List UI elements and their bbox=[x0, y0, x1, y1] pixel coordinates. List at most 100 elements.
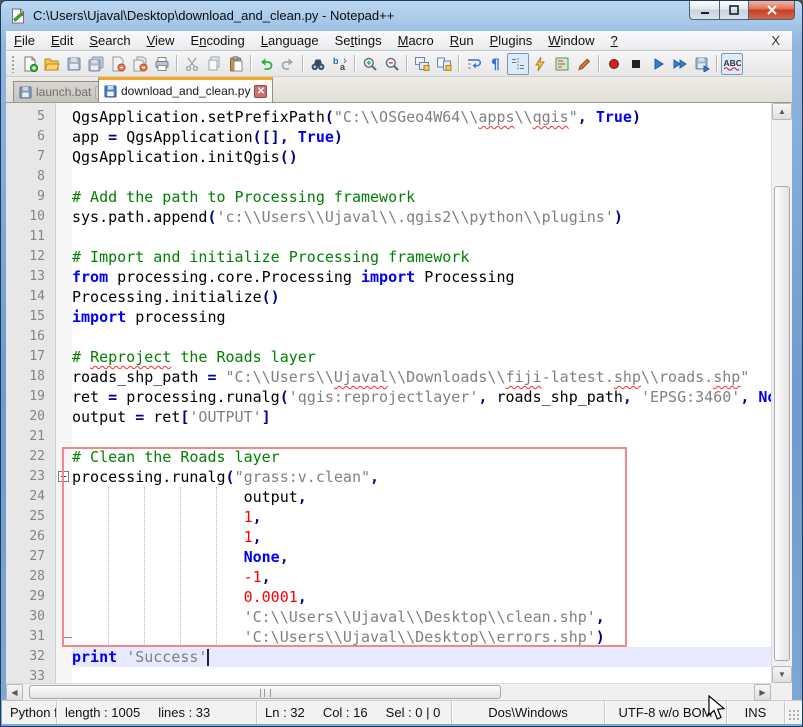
code-line-25[interactable]: 1, bbox=[72, 507, 771, 527]
indent-guide-button[interactable] bbox=[507, 52, 529, 75]
line-number: 24 bbox=[29, 489, 45, 504]
code-line-26[interactable]: 1, bbox=[72, 527, 771, 547]
word-wrap-button[interactable] bbox=[463, 53, 485, 75]
code-line-19[interactable]: ret = processing.runalg('qgis:reprojectl… bbox=[72, 387, 771, 407]
code-line-14[interactable]: Processing.initialize() bbox=[72, 287, 771, 307]
code-line-21[interactable] bbox=[72, 427, 771, 447]
line-number: 8 bbox=[37, 169, 45, 184]
macro-record-icon bbox=[609, 58, 619, 69]
sync-horizontal-button[interactable] bbox=[433, 53, 455, 75]
close-document-x[interactable]: X bbox=[767, 33, 784, 48]
open-file-button[interactable] bbox=[41, 53, 63, 75]
line-number: 27 bbox=[29, 549, 45, 564]
line-number: 18 bbox=[29, 369, 45, 384]
menu-item-window[interactable]: Window bbox=[540, 31, 602, 50]
menu-item-macro[interactable]: Macro bbox=[390, 31, 442, 50]
scroll-down-arrow[interactable]: ▼ bbox=[772, 666, 792, 683]
code-line-23[interactable]: processing.runalg("grass:v.clean", bbox=[72, 467, 771, 487]
code-line-30[interactable]: 'C:\\Users\\Ujaval\\Desktop\\clean.shp', bbox=[72, 607, 771, 627]
code-line-16[interactable] bbox=[72, 327, 771, 347]
line-number: 11 bbox=[29, 229, 45, 244]
new-file-button[interactable] bbox=[19, 53, 41, 75]
redo-button[interactable] bbox=[277, 53, 299, 75]
code-line-20[interactable]: output = ret['OUTPUT'] bbox=[72, 407, 771, 427]
close-doc-button[interactable] bbox=[107, 53, 129, 75]
undo-button[interactable] bbox=[255, 53, 277, 75]
code-line-10[interactable]: sys.path.append('c:\\Users\\Ujaval\\.qgi… bbox=[72, 207, 771, 227]
macro-save-button[interactable] bbox=[691, 53, 713, 75]
indent-guide-icon bbox=[512, 57, 524, 70]
macro-record-button[interactable] bbox=[603, 53, 625, 75]
tab-close-icon[interactable]: ✕ bbox=[254, 84, 268, 98]
toolbar-separator bbox=[354, 55, 356, 72]
status-cursor-position: Ln : 32 Col : 16 Sel : 0 | 0 bbox=[257, 701, 452, 724]
minimize-button[interactable] bbox=[689, 1, 719, 20]
code-line-17[interactable]: # Reproject the Roads layer bbox=[72, 347, 771, 367]
toolbar-grip[interactable] bbox=[11, 54, 16, 73]
show-all-characters-button[interactable]: ¶ bbox=[485, 53, 507, 75]
menu-item-[interactable]: ? bbox=[603, 31, 626, 50]
code-line-24[interactable]: output, bbox=[72, 487, 771, 507]
tab-download-and-clean-py[interactable]: download_and_clean.py ✕ bbox=[98, 77, 274, 102]
vertical-scrollbar-thumb[interactable] bbox=[774, 186, 790, 661]
copy-button[interactable] bbox=[203, 53, 225, 75]
code-line-6[interactable]: app = QgsApplication([], True) bbox=[72, 127, 771, 147]
save-button[interactable] bbox=[63, 53, 85, 75]
code-line-29[interactable]: 0.0001, bbox=[72, 587, 771, 607]
code-line-32[interactable]: print 'Success' bbox=[72, 647, 771, 667]
document-map-button[interactable] bbox=[551, 53, 573, 75]
menu-item-encoding[interactable]: Encoding bbox=[183, 31, 253, 50]
print-button[interactable] bbox=[151, 53, 173, 75]
menu-item-file[interactable]: File bbox=[6, 31, 43, 50]
code-line-11[interactable] bbox=[72, 227, 771, 247]
code-line-7[interactable]: QgsApplication.initQgis() bbox=[72, 147, 771, 167]
menu-item-settings[interactable]: Settings bbox=[327, 31, 390, 50]
zoom-out-button[interactable] bbox=[381, 53, 403, 75]
macro-stop-button[interactable] bbox=[625, 53, 647, 75]
tab-label: download_and_clean.py bbox=[121, 84, 251, 98]
code-line-18[interactable]: roads_shp_path = "C:\\Users\\Ujaval\\Dow… bbox=[72, 367, 771, 387]
code-line-5[interactable]: QgsApplication.setPrefixPath("C:\\OSGeo4… bbox=[72, 107, 771, 127]
spell-check-button[interactable]: ABC bbox=[721, 52, 743, 75]
menu-item-search[interactable]: Search bbox=[81, 31, 138, 50]
code-line-22[interactable]: # Clean the Roads layer bbox=[72, 447, 771, 467]
menu-item-language[interactable]: Language bbox=[253, 31, 327, 50]
vertical-scrollbar[interactable]: ▲ ▼ bbox=[771, 103, 792, 683]
find-button[interactable] bbox=[307, 53, 329, 75]
zoom-in-button[interactable] bbox=[359, 53, 381, 75]
sync-vertical-button[interactable] bbox=[411, 53, 433, 75]
menu-item-edit[interactable]: Edit bbox=[43, 31, 81, 50]
close-button[interactable] bbox=[749, 1, 795, 20]
function-completion-button[interactable] bbox=[529, 53, 551, 75]
editor[interactable]: QgsApplication.setPrefixPath("C:\\OSGeo4… bbox=[72, 103, 771, 687]
save-all-button[interactable] bbox=[85, 53, 107, 75]
cut-button[interactable] bbox=[181, 53, 203, 75]
horizontal-scrollbar-thumb[interactable] bbox=[29, 685, 501, 699]
scroll-left-arrow[interactable]: ◀ bbox=[6, 684, 23, 701]
macro-run-multiple-button[interactable] bbox=[669, 53, 691, 75]
new-file-icon bbox=[24, 56, 38, 72]
macro-play-button[interactable] bbox=[647, 53, 669, 75]
code-line-12[interactable]: # Import and initialize Processing frame… bbox=[72, 247, 771, 267]
resize-grip[interactable] bbox=[785, 701, 802, 724]
code-line-15[interactable]: import processing bbox=[72, 307, 771, 327]
document-switcher-button[interactable] bbox=[573, 53, 595, 75]
code-line-9[interactable]: # Add the path to Processing framework bbox=[72, 187, 771, 207]
scroll-right-arrow[interactable]: ▶ bbox=[754, 684, 771, 701]
code-line-13[interactable]: from processing.core.Processing import P… bbox=[72, 267, 771, 287]
code-line-27[interactable]: None, bbox=[72, 547, 771, 567]
scroll-up-arrow[interactable]: ▲ bbox=[772, 103, 792, 120]
fold-collapse-icon[interactable] bbox=[58, 471, 69, 482]
maximize-button[interactable] bbox=[719, 1, 749, 20]
code-line-31[interactable]: 'C:\Users\\Ujaval\\Desktop\\errors.shp') bbox=[72, 627, 771, 647]
paste-button[interactable] bbox=[225, 53, 247, 75]
menu-item-plugins[interactable]: Plugins bbox=[482, 31, 541, 50]
menu-item-view[interactable]: View bbox=[139, 31, 183, 50]
code-line-8[interactable] bbox=[72, 167, 771, 187]
code-line-28[interactable]: -1, bbox=[72, 567, 771, 587]
menu-item-run[interactable]: Run bbox=[442, 31, 482, 50]
close-all-button[interactable] bbox=[129, 53, 151, 75]
title-bar[interactable]: C:\Users\Ujaval\Desktop\download_and_cle… bbox=[1, 1, 802, 31]
horizontal-scrollbar[interactable]: ◀ ▶ bbox=[6, 683, 771, 701]
replace-button[interactable]: ba bbox=[329, 53, 351, 75]
